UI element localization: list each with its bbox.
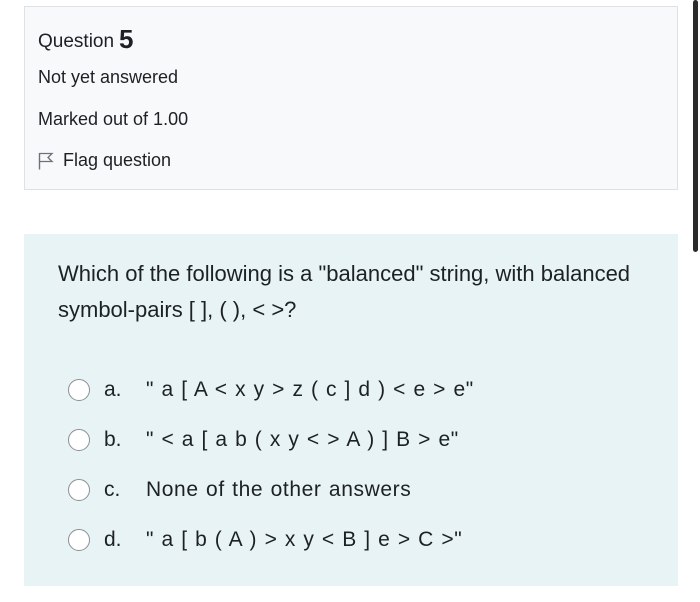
- radio-button-b[interactable]: [68, 429, 90, 451]
- answer-option-b[interactable]: b. " < a [ a b ( x y < > A ) ] B > e": [68, 415, 474, 465]
- flag-question-label: Flag question: [63, 150, 172, 170]
- option-text-c: None of the other answers: [146, 478, 412, 501]
- question-number: Question 5: [38, 23, 134, 54]
- radio-button-c[interactable]: [68, 479, 90, 501]
- answer-option-d[interactable]: d. " a [ b ( A ) > x y < B ] e > C >": [68, 515, 474, 565]
- question-text: Which of the following is a "balanced" s…: [58, 261, 631, 322]
- question-info-panel: Question 5 Not yet answered Marked out of…: [24, 6, 678, 190]
- question-formulation: Which of the following is a "balanced" s…: [24, 234, 678, 586]
- flag-icon: [38, 152, 54, 169]
- radio-button-d[interactable]: [68, 529, 90, 551]
- question-grade: Marked out of 1.00: [38, 109, 189, 129]
- scrollbar[interactable]: [693, 0, 698, 252]
- answer-option-c[interactable]: c. None of the other answers: [68, 465, 474, 515]
- option-letter-d: d.: [104, 528, 122, 551]
- question-label: Question: [38, 31, 115, 52]
- flag-question-link[interactable]: Flag question: [38, 150, 171, 171]
- radio-button-a[interactable]: [68, 379, 90, 401]
- question-number-value: 5: [119, 24, 134, 54]
- question-state: Not yet answered: [38, 67, 179, 87]
- option-text-b: " < a [ a b ( x y < > A ) ] B > e": [146, 428, 459, 451]
- option-letter-a: a.: [104, 378, 122, 401]
- answer-option-a[interactable]: a. " a [ A < x y > z ( c ] d ) < e > e": [68, 365, 474, 415]
- answer-options: a. " a [ A < x y > z ( c ] d ) < e > e" …: [68, 365, 474, 565]
- option-letter-c: c.: [104, 478, 121, 501]
- option-letter-b: b.: [104, 428, 122, 451]
- option-text-d: " a [ b ( A ) > x y < B ] e > C >": [146, 528, 463, 551]
- option-text-a: " a [ A < x y > z ( c ] d ) < e > e": [146, 378, 474, 401]
